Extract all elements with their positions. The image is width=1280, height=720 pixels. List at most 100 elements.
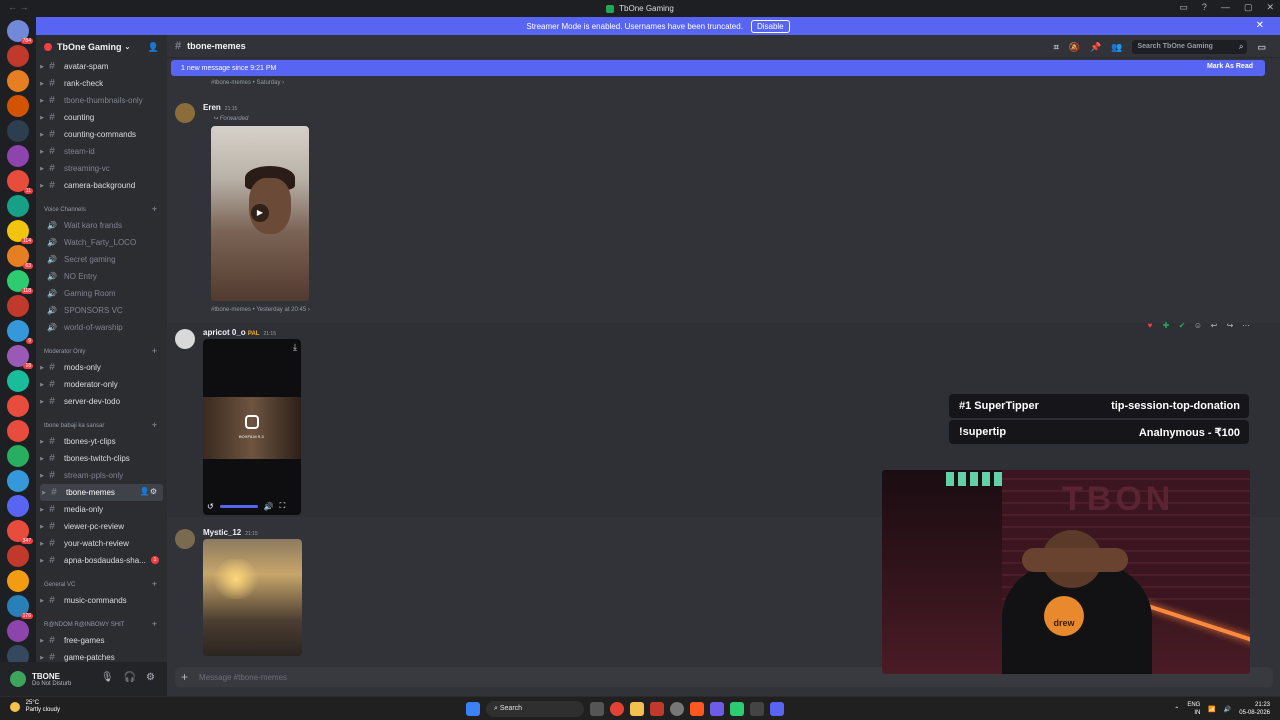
sidebar-item-tbones-twitch-clips[interactable]: ▶ # tbones-twitch-clips [36, 450, 167, 467]
sidebar-item-streaming-vc[interactable]: ▶ # streaming-vc [36, 160, 167, 177]
volume-icon[interactable]: 🔊 [264, 502, 274, 511]
avatar[interactable] [175, 329, 195, 349]
message-author[interactable]: Mystic_12 21:15 [203, 528, 258, 537]
forward-footer[interactable]: #tbone-memes • Yesterday at 20:45 › [211, 307, 310, 313]
headphones-icon[interactable]: 🎧 [124, 672, 136, 683]
video-player[interactable]: ⤓ BOXFILM S.3 ↺ 🔊 ⛶ [203, 339, 301, 515]
add-channel-icon[interactable]: + [152, 619, 157, 629]
play-icon[interactable]: ▶ [251, 204, 269, 222]
author-name[interactable]: apricot 0_o [203, 328, 246, 337]
tray-chevron-icon[interactable]: ⌃ [1174, 706, 1179, 713]
sidebar-item-tbone-thumbnails-only[interactable]: ▶ # tbone-thumbnails-only [36, 92, 167, 109]
server-icon[interactable] [7, 145, 29, 167]
chrome-icon[interactable] [610, 702, 624, 716]
sidebar-item-music-commands[interactable]: ▶ # music-commands [36, 592, 167, 609]
add-reaction-icon[interactable]: ☺ [1192, 320, 1204, 332]
app-icon[interactable] [690, 702, 704, 716]
avatar[interactable] [175, 103, 195, 123]
app-grid-icon[interactable] [710, 702, 724, 716]
check-reaction-icon[interactable]: ✔ [1176, 320, 1188, 332]
threads-icon[interactable]: ⌗ [1054, 42, 1059, 53]
add-attachment-icon[interactable]: + [181, 670, 199, 684]
nav-arrows[interactable]: ← → [8, 2, 29, 12]
forward-source[interactable]: #tbone-memes • Saturday › [211, 80, 284, 86]
server-icon[interactable] [7, 545, 29, 567]
server-icon[interactable] [7, 445, 29, 467]
avatar[interactable] [10, 671, 26, 687]
emoji-reaction-icon[interactable]: ✚ [1160, 320, 1172, 332]
channel-settings-icon[interactable]: 👤⚙ [140, 487, 157, 496]
banner-close-icon[interactable]: ✕ [1256, 20, 1264, 31]
author-name[interactable]: Mystic_12 [203, 528, 241, 537]
reply-icon[interactable]: ↩ [1208, 320, 1220, 332]
sidebar-item-tbone-memes[interactable]: ▶ # tbone-memes 👤⚙ [40, 484, 163, 501]
server-icon[interactable] [7, 120, 29, 142]
server-icon[interactable]: 63 [7, 245, 33, 269]
fullscreen-icon[interactable]: ⛶ [280, 501, 286, 511]
voice-channel[interactable]: 🔊 Gaming Room [36, 285, 167, 302]
sidebar-item-stream-ppls-only[interactable]: ▶ # stream-ppls-only [36, 467, 167, 484]
server-icon[interactable] [7, 195, 29, 217]
sidebar-item-media-only[interactable]: ▶ # media-only [36, 501, 167, 518]
sidebar-item-counting-commands[interactable]: ▶ # counting-commands [36, 126, 167, 143]
obs-icon[interactable] [670, 702, 684, 716]
server-icon[interactable] [7, 395, 29, 417]
task-view-icon[interactable] [590, 702, 604, 716]
search-input[interactable]: Search TbOne Gaming ⌕ [1132, 40, 1248, 54]
forward-icon[interactable]: ↪ [1224, 320, 1236, 332]
category-header[interactable]: General VC + [36, 575, 167, 592]
server-icon[interactable] [7, 620, 29, 642]
server-icon[interactable]: 118 [7, 270, 33, 294]
server-icon[interactable]: 18 [7, 345, 33, 369]
app-icon[interactable] [730, 702, 744, 716]
category-header[interactable]: tbone babaji ka sansar + [36, 416, 167, 433]
video-attachment[interactable]: ▶ [211, 126, 309, 301]
avatar[interactable] [175, 529, 195, 549]
add-channel-icon[interactable]: + [152, 204, 157, 214]
pin-icon[interactable]: 📌 [1090, 42, 1101, 53]
language-indicator[interactable]: ENG IN [1187, 701, 1200, 717]
app-icon[interactable] [650, 702, 664, 716]
voice-channel[interactable]: 🔊 Watch_Farty_LOCO [36, 234, 167, 251]
file-explorer-icon[interactable] [630, 702, 644, 716]
voice-channel[interactable]: 🔊 NO Entry [36, 268, 167, 285]
minimize-button[interactable]: — [1221, 2, 1230, 13]
disable-button[interactable]: Disable [750, 19, 790, 33]
members-icon[interactable]: 👥 [1111, 42, 1122, 53]
server-icon[interactable]: 347 [7, 520, 33, 544]
windows-start-icon[interactable] [466, 702, 480, 716]
more-icon[interactable]: ⋯ [1240, 320, 1252, 332]
server-icon[interactable] [7, 370, 29, 392]
sidebar-item-moderator-only[interactable]: ▶ # moderator-only [36, 376, 167, 393]
download-icon[interactable]: ⤓ [293, 342, 297, 353]
taskbar-search[interactable]: ⌕ Search [486, 701, 584, 717]
weather-widget[interactable]: 25°C Partly cloudy [10, 700, 60, 714]
server-icon[interactable] [7, 420, 29, 442]
sidebar-item-rank-check[interactable]: ▶ # rank-check [36, 75, 167, 92]
sidebar-item-apna-bosdaudas-sha-[interactable]: ▶ # apna-bosdaudas-sha... 1 [36, 552, 167, 569]
server-icon[interactable]: 114 [7, 220, 33, 244]
guild-header[interactable]: TbOne Gaming ⌄ 👤 [36, 35, 167, 58]
help-icon[interactable]: ? [1202, 2, 1207, 13]
sidebar-item-camera-background[interactable]: ▶ # camera-background [36, 177, 167, 194]
sidebar-item-avatar-spam[interactable]: ▶ # avatar-spam [36, 58, 167, 75]
maximize-button[interactable]: ▢ [1244, 2, 1253, 13]
sidebar-item-viewer-pc-review[interactable]: ▶ # viewer-pc-review [36, 518, 167, 535]
voice-channel[interactable]: 🔊 Wait karo frands [36, 217, 167, 234]
server-icon[interactable]: 176 [7, 595, 33, 619]
server-icon[interactable] [7, 470, 29, 492]
category-header[interactable]: Voice Channels + [36, 200, 167, 217]
server-icon[interactable]: 11 [7, 170, 33, 194]
category-header[interactable]: R@NDOM R@INBOWY SHIT + [36, 615, 167, 632]
progress-bar[interactable] [219, 504, 258, 508]
server-icon[interactable] [7, 495, 29, 517]
clock[interactable]: 21:23 05-08-2026 [1239, 701, 1270, 717]
new-messages-bar[interactable]: 1 new message since 9:21 PM Mark As Read [171, 60, 1265, 76]
sidebar-item-game-patches[interactable]: ▶ # game-patches [36, 649, 167, 662]
heart-reaction-icon[interactable]: ♥ [1144, 320, 1156, 332]
server-icon[interactable]: 784 [7, 20, 33, 44]
voice-channel[interactable]: 🔊 Secret gaming [36, 251, 167, 268]
server-icon[interactable]: 9 [7, 320, 33, 344]
message-author[interactable]: apricot 0_o PAL 21:15 [203, 328, 276, 337]
voice-channel[interactable]: 🔊 SPONSORS VC [36, 302, 167, 319]
